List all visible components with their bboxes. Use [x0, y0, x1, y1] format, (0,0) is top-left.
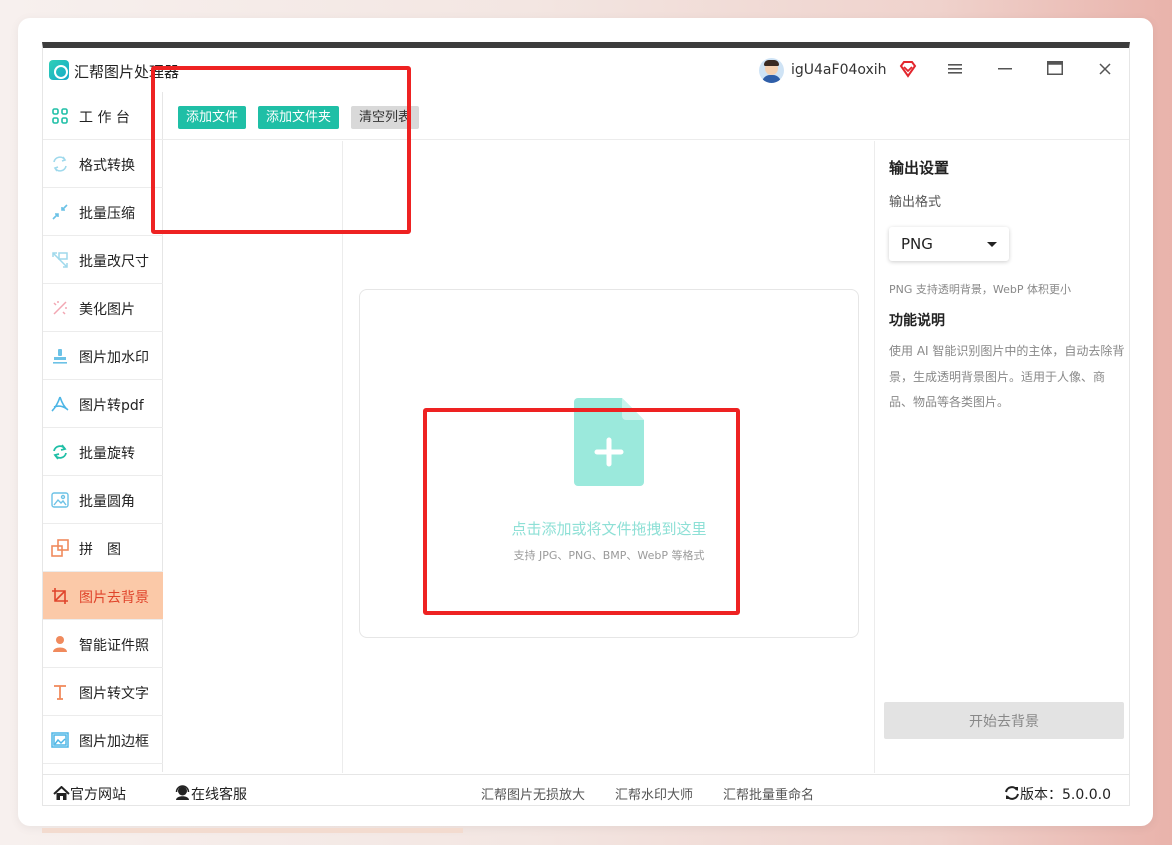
official-website-label: 官方网站 [70, 787, 126, 803]
person-icon [51, 635, 69, 653]
grid-icon [51, 107, 69, 125]
output-settings-panel: 输出设置 输出格式 PNG PNG 支持透明背景，WebP 体积更小 功能说明 … [874, 141, 1130, 773]
sidebar-item-label: 格式转换 [79, 158, 135, 174]
rotate-icon [51, 443, 69, 461]
app-window: 汇帮图片处理器 igU4aF04oxih 工 作 台 格式转换 批量压缩 批量改… [42, 42, 1130, 806]
sidebar-item-batch-compress[interactable]: 批量压缩 [43, 188, 163, 236]
sidebar-item-label: 图片转pdf [79, 398, 144, 414]
sidebar-item-watermark[interactable]: 图片加水印 [43, 332, 163, 380]
pdf-icon [51, 395, 69, 413]
sidebar-item-label: 图片去背景 [79, 590, 149, 606]
close-icon[interactable] [1095, 60, 1115, 80]
menu-icon[interactable] [945, 60, 965, 80]
resize-icon [51, 251, 69, 269]
sidebar-item-batch-round-corner[interactable]: 批量圆角 [43, 476, 163, 524]
file-drop-zone[interactable]: 点击添加或将文件拖拽到这里 支持 JPG、PNG、BMP、WebP 等格式 [359, 289, 859, 638]
sidebar-item-image-to-pdf[interactable]: 图片转pdf [43, 380, 163, 428]
sidebar-item-label: 批量压缩 [79, 206, 135, 222]
toolbar: 添加文件 添加文件夹 清空列表 [163, 92, 1129, 140]
sidebar-item-image-to-text[interactable]: 图片转文字 [43, 668, 163, 716]
watermark-icon [51, 347, 69, 365]
sidebar-item-label: 图片转文字 [79, 686, 149, 702]
sidebar-nav: 工 作 台 格式转换 批量压缩 批量改尺寸 美化图片 图片加水印 图片转pdf [43, 92, 163, 772]
sidebar-item-label: 工 作 台 [79, 110, 130, 126]
sidebar-item-batch-rotate[interactable]: 批量旋转 [43, 428, 163, 476]
function-description-title: 功能说明 [889, 313, 945, 329]
chevron-down-icon [987, 242, 997, 247]
sidebar-item-label: 智能证件照 [79, 638, 149, 654]
output-format-value: PNG [901, 235, 933, 253]
footer-link-lossless-upscale[interactable]: 汇帮图片无损放大 [481, 784, 585, 803]
footer-link-batch-rename[interactable]: 汇帮批量重命名 [723, 784, 814, 803]
sidebar-item-format-convert[interactable]: 格式转换 [43, 140, 163, 188]
footer-link-watermark-master[interactable]: 汇帮水印大师 [615, 784, 693, 803]
start-remove-background-button[interactable]: 开始去背景 [884, 702, 1124, 739]
online-service-link[interactable]: 在线客服 [174, 784, 247, 804]
sidebar-item-label: 图片加水印 [79, 350, 149, 366]
collage-icon [51, 539, 69, 557]
round-corner-icon [51, 491, 69, 509]
sidebar-item-label: 拼 图 [79, 542, 121, 558]
drop-zone-formats: 支持 JPG、PNG、BMP、WebP 等格式 [513, 549, 705, 562]
format-hint: PNG 支持透明背景，WebP 体积更小 [889, 283, 1071, 296]
refresh-icon [1004, 786, 1020, 803]
output-format-label: 输出格式 [889, 195, 942, 210]
sidebar-item-batch-resize[interactable]: 批量改尺寸 [43, 236, 163, 284]
convert-icon [51, 155, 69, 173]
sidebar-item-id-photo[interactable]: 智能证件照 [43, 620, 163, 668]
add-file-icon [574, 398, 644, 490]
sidebar-item-label: 批量旋转 [79, 446, 135, 462]
output-settings-title: 输出设置 [889, 159, 950, 177]
clear-list-button[interactable]: 清空列表 [351, 106, 420, 129]
minimize-icon[interactable] [995, 60, 1015, 80]
beautify-icon [51, 299, 69, 317]
add-file-button[interactable]: 添加文件 [178, 106, 247, 129]
home-icon [53, 785, 70, 803]
customer-service-icon [174, 785, 191, 803]
sidebar-item-remove-background[interactable]: 图片去背景 [43, 572, 163, 620]
sidebar-item-beautify[interactable]: 美化图片 [43, 284, 163, 332]
title-bar: 汇帮图片处理器 igU4aF04oxih [43, 48, 1129, 92]
sidebar-item-label: 美化图片 [79, 302, 135, 318]
version-info[interactable]: 版本：5.0.0.0 [1004, 784, 1111, 804]
version-label: 版本：5.0.0.0 [1020, 787, 1111, 803]
sidebar-item-label: 批量改尺寸 [79, 254, 149, 270]
maximize-icon[interactable] [1045, 60, 1065, 80]
sidebar-item-collage[interactable]: 拼 图 [43, 524, 163, 572]
text-icon [51, 683, 69, 701]
output-format-select[interactable]: PNG [889, 227, 1009, 261]
decorative-strip [42, 828, 463, 833]
crop-icon [51, 587, 69, 605]
sidebar-item-label: 图片加边框 [79, 734, 149, 750]
add-folder-button[interactable]: 添加文件夹 [258, 106, 340, 129]
user-name[interactable]: igU4aF04oxih [791, 62, 887, 78]
sidebar-item-workbench[interactable]: 工 作 台 [43, 92, 163, 140]
vip-diamond-icon[interactable] [899, 60, 917, 82]
app-title: 汇帮图片处理器 [74, 63, 180, 81]
drop-zone-title: 点击添加或将文件拖拽到这里 [511, 520, 707, 538]
footer-bar: 官方网站 在线客服 汇帮图片无损放大 汇帮水印大师 汇帮批量重命名 版本：5.0… [43, 774, 1129, 811]
function-description-text: 使用 AI 智能识别图片中的主体，自动去除背景，生成透明背景图片。适用于人像、商… [889, 344, 1125, 409]
compress-icon [51, 203, 69, 221]
sidebar-item-label: 批量圆角 [79, 494, 135, 510]
online-service-label: 在线客服 [191, 787, 247, 803]
official-website-link[interactable]: 官方网站 [53, 784, 126, 804]
app-logo-icon [49, 60, 69, 80]
file-list-pane[interactable] [163, 141, 343, 773]
sidebar-item-add-frame[interactable]: 图片加边框 [43, 716, 163, 764]
user-avatar[interactable] [759, 58, 784, 83]
frame-icon [51, 731, 69, 749]
